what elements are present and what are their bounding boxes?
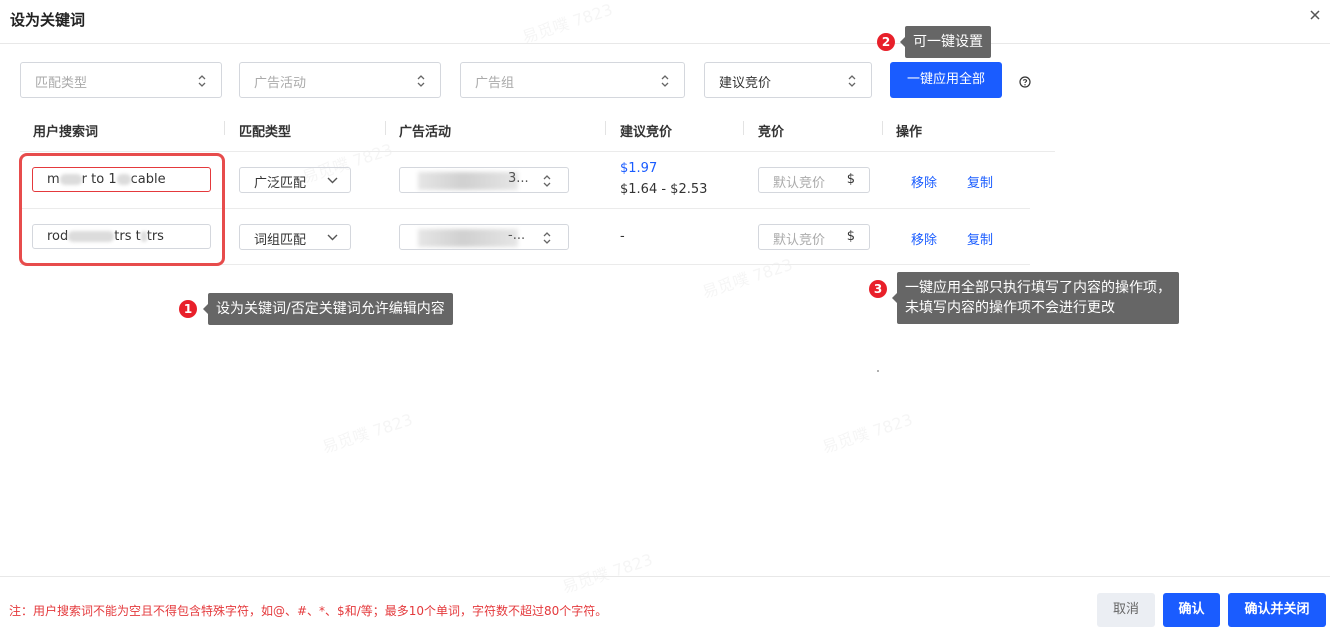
highlight-box xyxy=(19,153,225,266)
remove-link[interactable]: 移除 xyxy=(911,172,937,191)
col-header-actions: 操作 xyxy=(896,125,923,140)
chevron-down-icon xyxy=(327,177,338,184)
cancel-button[interactable]: 取消 xyxy=(1097,593,1155,627)
row-campaign-suffix: 3... xyxy=(508,171,529,186)
col-header-match-type: 匹配类型 xyxy=(239,125,292,140)
col-divider xyxy=(882,121,883,135)
annotation-tooltip-3: 一键应用全部只执行填写了内容的操作项， 未填写内容的操作项不会进行更改 xyxy=(892,272,1179,324)
match-type-placeholder: 匹配类型 xyxy=(35,76,88,91)
dialog-header: 设为关键词 xyxy=(0,0,1330,44)
updown-arrows-icon xyxy=(198,75,206,87)
annotation-text: 可一键设置 xyxy=(913,34,983,50)
row-match-type-select[interactable]: 词组匹配 xyxy=(239,224,351,250)
tooltip-arrow xyxy=(203,304,208,314)
ad-group-select[interactable]: 广告组 xyxy=(460,62,685,98)
redacted-campaign xyxy=(418,229,518,247)
col-header-suggested-bid: 建议竞价 xyxy=(620,125,673,140)
copy-link[interactable]: 复制 xyxy=(967,172,993,191)
annotation-tooltip-2: 可一键设置 xyxy=(900,26,991,58)
apply-all-button[interactable]: 一键应用全部 xyxy=(890,62,1002,98)
currency-symbol: $ xyxy=(846,172,855,187)
bid-input[interactable]: 默认竞价 $ xyxy=(758,167,870,193)
confirm-button[interactable]: 确认 xyxy=(1163,593,1220,627)
bid-placeholder: 默认竞价 xyxy=(773,176,826,191)
row-match-type-value: 词组匹配 xyxy=(254,233,307,248)
tooltip-arrow xyxy=(900,37,905,47)
copy-link[interactable]: 复制 xyxy=(967,229,993,248)
suggested-bid-range: $1.64 - $2.53 xyxy=(620,182,708,197)
row-campaign-select[interactable]: 3... xyxy=(399,167,569,193)
row-match-type-value: 广泛匹配 xyxy=(254,176,307,191)
updown-arrows-icon xyxy=(417,75,425,87)
match-type-select[interactable]: 匹配类型 xyxy=(20,62,222,98)
bid-option-value: 建议竞价 xyxy=(719,76,772,91)
updown-arrows-icon xyxy=(543,175,551,187)
bid-input[interactable]: 默认竞价 $ xyxy=(758,224,870,250)
col-header-search-term: 用户搜索词 xyxy=(33,125,99,140)
remove-link[interactable]: 移除 xyxy=(911,229,937,248)
annotation-badge-3: 3 xyxy=(869,280,887,298)
updown-arrows-icon xyxy=(848,75,856,87)
col-header-bid: 竞价 xyxy=(758,125,785,140)
annotation-badge-1: 1 xyxy=(179,300,197,318)
validation-note: 注：用户搜索词不能为空且不得包含特殊字符，如@、#、*、$和/等；最多10个单词… xyxy=(9,604,608,618)
dialog-title: 设为关键词 xyxy=(10,11,86,29)
currency-symbol: $ xyxy=(846,229,855,244)
col-divider xyxy=(385,121,386,135)
col-divider xyxy=(743,121,744,135)
annotation-tooltip-1: 设为关键词/否定关键词允许编辑内容 xyxy=(203,293,453,325)
col-divider xyxy=(605,121,606,135)
row-divider xyxy=(20,151,1055,152)
help-icon[interactable] xyxy=(1019,76,1031,88)
suggested-bid: $1.97 xyxy=(620,161,658,176)
ad-group-placeholder: 广告组 xyxy=(475,76,515,91)
annotation-text: 未填写内容的操作项不会进行更改 xyxy=(905,300,1115,316)
annotation-text: 设为关键词/否定关键词允许编辑内容 xyxy=(216,301,445,317)
bid-placeholder: 默认竞价 xyxy=(773,233,826,248)
annotation-badge-2: 2 xyxy=(877,33,895,51)
campaign-select[interactable]: 广告活动 xyxy=(239,62,441,98)
close-icon[interactable] xyxy=(1308,8,1322,22)
row-match-type-select[interactable]: 广泛匹配 xyxy=(239,167,351,193)
updown-arrows-icon xyxy=(661,75,669,87)
tooltip-arrow xyxy=(892,293,897,303)
col-divider xyxy=(224,121,225,135)
dialog-footer: 注：用户搜索词不能为空且不得包含特殊字符，如@、#、*、$和/等；最多10个单词… xyxy=(0,576,1330,635)
redacted-campaign xyxy=(418,172,518,190)
row-campaign-suffix: -... xyxy=(508,228,526,243)
stray-dot xyxy=(877,370,879,372)
col-header-campaign: 广告活动 xyxy=(399,125,452,140)
row-campaign-select[interactable]: -... xyxy=(399,224,569,250)
confirm-and-close-button[interactable]: 确认并关闭 xyxy=(1228,593,1326,627)
watermark: 易觅噗 7823 xyxy=(319,406,416,458)
suggested-bid: - xyxy=(620,229,625,244)
chevron-down-icon xyxy=(327,234,338,241)
updown-arrows-icon xyxy=(543,232,551,244)
watermark: 易觅噗 7823 xyxy=(819,406,916,458)
campaign-placeholder: 广告活动 xyxy=(254,76,307,91)
watermark: 易觅噗 7823 xyxy=(699,251,796,303)
bid-option-select[interactable]: 建议竞价 xyxy=(704,62,872,98)
annotation-text: 一键应用全部只执行填写了内容的操作项， xyxy=(905,280,1171,296)
